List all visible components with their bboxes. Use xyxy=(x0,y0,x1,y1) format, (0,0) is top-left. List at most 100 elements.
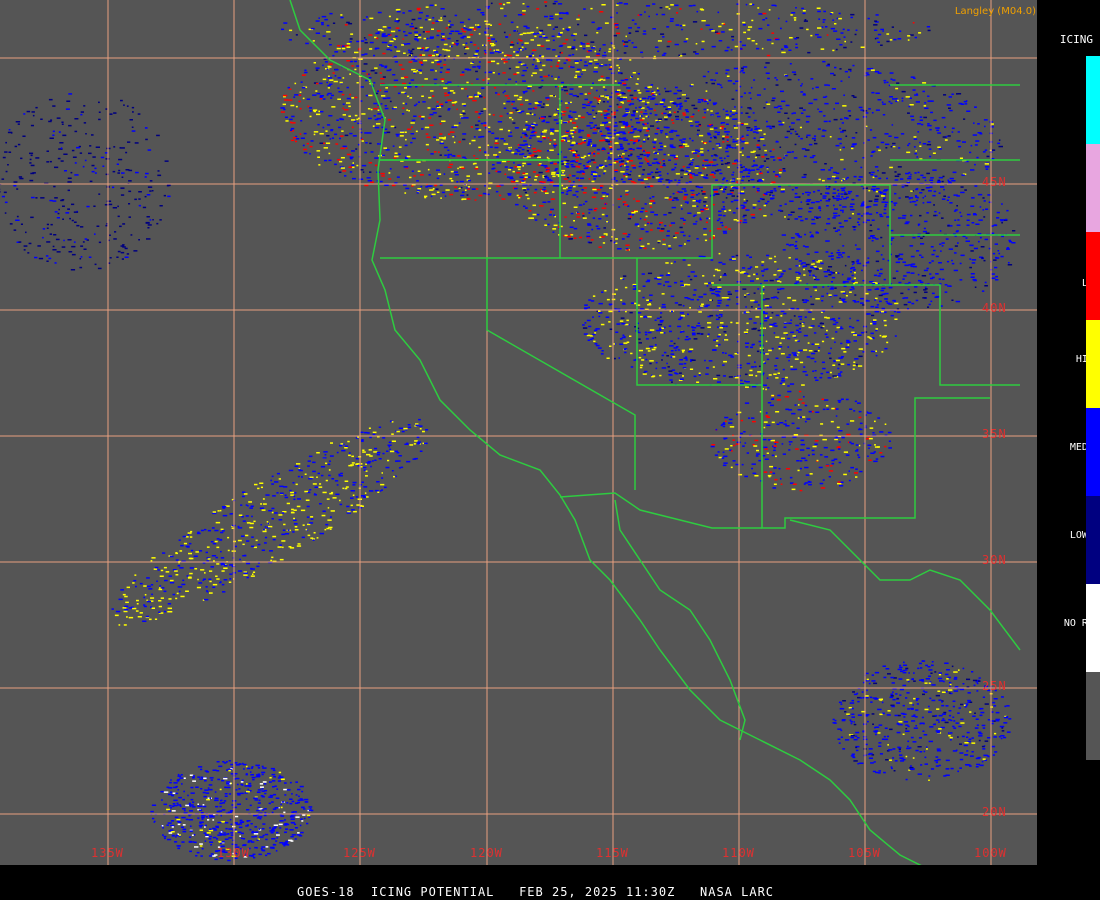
icing-pixel xyxy=(466,175,470,177)
icing-pixel xyxy=(735,89,738,92)
icing-pixel xyxy=(576,211,579,214)
icing-pixel xyxy=(801,402,805,404)
icing-pixel xyxy=(799,279,802,282)
icing-pixel xyxy=(550,65,553,68)
icing-pixel xyxy=(586,334,591,337)
icing-pixel xyxy=(765,412,768,414)
icing-pixel xyxy=(858,444,861,447)
icing-pixel xyxy=(875,354,878,357)
icing-pixel xyxy=(539,205,544,207)
icing-pixel xyxy=(871,314,875,317)
icing-pixel xyxy=(512,122,516,124)
icing-pixel xyxy=(687,325,690,327)
icing-pixel xyxy=(799,489,803,492)
icing-pixel xyxy=(732,258,736,260)
icing-pixel xyxy=(354,96,358,99)
icing-pixel xyxy=(629,216,632,218)
icing-pixel xyxy=(821,340,825,343)
icing-pixel xyxy=(662,164,666,167)
icing-pixel xyxy=(550,181,554,183)
icing-pixel xyxy=(569,226,574,228)
icing-pixel xyxy=(528,137,532,139)
icing-pixel xyxy=(668,274,671,276)
icing-pixel xyxy=(785,376,788,379)
icing-pixel xyxy=(788,268,792,270)
icing-pixel xyxy=(724,226,728,228)
icing-pixel xyxy=(933,204,935,206)
icing-pixel xyxy=(723,339,729,341)
icing-pixel xyxy=(833,188,836,190)
icing-pixel xyxy=(718,333,721,336)
icing-pixel xyxy=(697,101,702,103)
icing-pixel xyxy=(681,188,686,190)
icing-pixel xyxy=(716,219,720,222)
icing-pixel xyxy=(572,94,577,97)
icing-pixel xyxy=(608,156,611,158)
icing-pixel xyxy=(781,443,784,445)
icing-pixel xyxy=(615,134,620,136)
icing-pixel xyxy=(826,222,831,225)
icing-pixel xyxy=(938,262,942,264)
icing-pixel xyxy=(398,153,401,155)
icing-pixel xyxy=(281,540,286,542)
icing-pixel xyxy=(578,131,581,133)
icing-pixel xyxy=(518,147,522,149)
icing-pixel xyxy=(779,281,782,283)
icing-pixel xyxy=(853,268,856,271)
icing-pixel xyxy=(809,311,812,313)
icing-pixel xyxy=(328,152,331,155)
icing-pixel xyxy=(449,177,453,180)
icing-pixel xyxy=(782,170,786,172)
icing-pixel xyxy=(301,74,306,76)
icing-pixel xyxy=(746,254,749,257)
icing-pixel xyxy=(319,95,324,97)
icing-pixel xyxy=(784,216,786,218)
icing-pixel xyxy=(540,106,545,108)
icing-pixel xyxy=(685,359,688,361)
icing-pixel xyxy=(833,360,836,362)
icing-pixel xyxy=(840,209,844,212)
icing-pixel xyxy=(747,354,751,357)
icing-pixel xyxy=(620,72,623,75)
icing-pixel xyxy=(313,133,316,136)
icing-pixel xyxy=(804,459,808,462)
icing-pixel xyxy=(883,208,887,211)
icing-pixel xyxy=(604,203,607,205)
icing-pixel xyxy=(748,180,750,182)
icing-pixel xyxy=(572,175,576,177)
icing-pixel xyxy=(295,140,297,143)
icing-pixel xyxy=(444,92,447,95)
icing-pixel xyxy=(716,315,719,317)
icing-pixel xyxy=(319,97,323,100)
icing-pixel xyxy=(659,319,664,322)
icing-pixel xyxy=(657,118,662,120)
icing-pixel xyxy=(540,45,545,47)
icing-pixel xyxy=(531,49,537,51)
icing-pixel xyxy=(804,299,808,301)
icing-pixel xyxy=(619,164,621,167)
icing-pixel xyxy=(728,422,733,424)
icing-pixel xyxy=(584,93,587,95)
icing-pixel xyxy=(747,267,751,270)
icing-pixel xyxy=(664,126,668,129)
icing-pixel xyxy=(495,92,498,94)
icing-pixel xyxy=(881,336,886,338)
icing-pixel xyxy=(903,275,907,277)
icing-pixel xyxy=(534,175,538,178)
icing-pixel xyxy=(746,200,749,202)
icing-pixel xyxy=(645,338,649,340)
icing-pixel xyxy=(335,143,339,145)
icing-pixel xyxy=(930,100,934,102)
icing-pixel xyxy=(525,99,529,101)
icing-pixel xyxy=(693,275,698,277)
icing-pixel xyxy=(724,352,727,354)
icing-pixel xyxy=(814,350,818,352)
icing-pixel xyxy=(974,286,977,288)
icing-pixel xyxy=(828,294,832,296)
icing-pixel xyxy=(364,38,367,41)
icing-pixel xyxy=(390,125,395,128)
icing-pixel xyxy=(536,174,540,176)
icing-pixel xyxy=(876,287,879,290)
icing-pixel xyxy=(857,213,861,215)
icing-pixel xyxy=(944,284,948,286)
